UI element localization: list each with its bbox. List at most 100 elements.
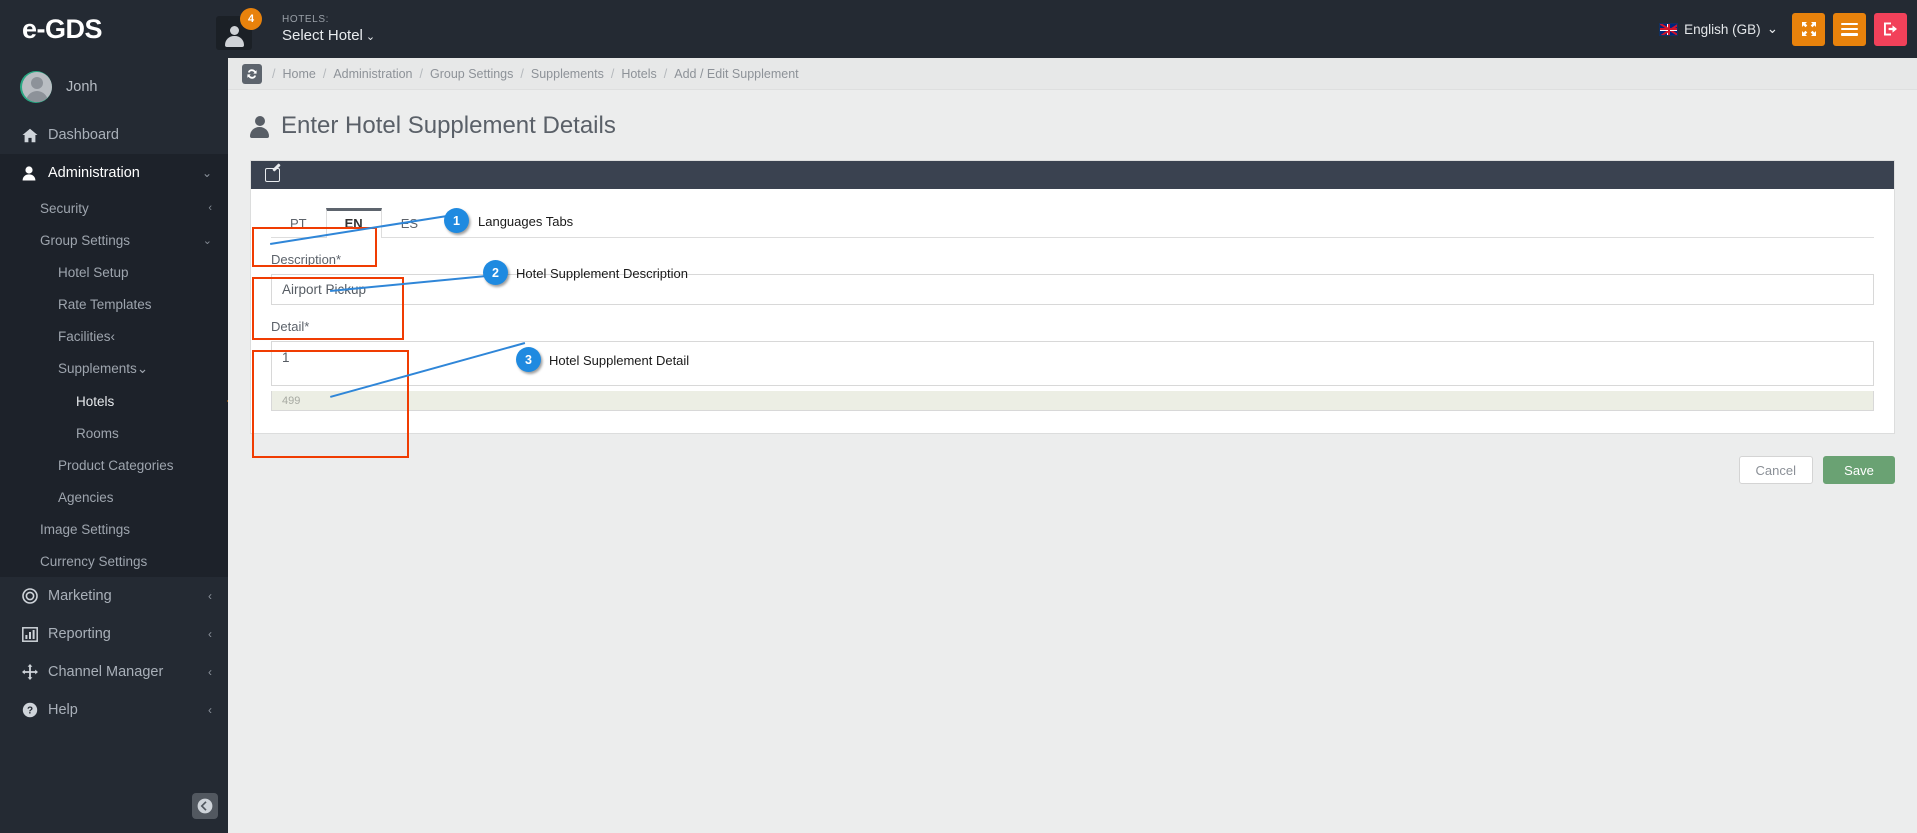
sidebar-profile[interactable]: Jonh (0, 58, 228, 116)
sidebar-item-currency-settings[interactable]: Currency Settings (0, 545, 228, 577)
brand-logo[interactable]: e-GDS (0, 0, 228, 58)
refresh-button[interactable] (242, 63, 262, 84)
hotel-selector-label: HOTELS: (282, 13, 329, 25)
chevron-down-icon: ⌄ (1766, 21, 1778, 36)
chart-icon (22, 626, 48, 642)
user-icon (250, 115, 269, 138)
chevron-left-icon: ‹ (208, 202, 212, 214)
breadcrumb-item-administration[interactable]: Administration (333, 67, 412, 81)
sidebar-user-name: Jonh (66, 79, 98, 95)
sidebar-item-label: Rooms (76, 425, 119, 441)
sidebar-item-security[interactable]: Security ‹ (0, 192, 228, 224)
sidebar-item-marketing[interactable]: Marketing ‹ (0, 577, 228, 615)
hotel-selector-text: Select Hotel (282, 27, 363, 45)
top-bar: e-GDS 4 HOTELS: Select Hotel ⌄ English (G… (0, 0, 1917, 58)
sidebar-item-image-settings[interactable]: Image Settings (0, 513, 228, 545)
language-selector[interactable]: English (GB) ⌄ (1659, 21, 1778, 37)
logout-icon (1884, 22, 1897, 36)
breadcrumb: / Home / Administration / Group Settings… (272, 67, 799, 81)
sidebar-item-label: Hotel Setup (58, 264, 129, 280)
sidebar-item-label: Reporting (48, 626, 111, 642)
tab-en[interactable]: EN (325, 208, 382, 238)
hotel-selector-value: Select Hotel ⌄ (282, 27, 375, 44)
description-input[interactable] (271, 274, 1874, 305)
sidebar-item-rooms[interactable]: Rooms (0, 417, 228, 449)
detail-field-group: Detail* 499 (271, 319, 1874, 411)
cancel-button[interactable]: Cancel (1738, 456, 1813, 484)
page-title-text: Enter Hotel Supplement Details (281, 112, 616, 139)
sidebar-item-rate-templates[interactable]: Rate Templates (0, 288, 228, 320)
description-label: Description* (271, 252, 342, 267)
main-content: / Home / Administration / Group Settings… (228, 58, 1917, 833)
breadcrumb-item-group-settings[interactable]: Group Settings (430, 67, 513, 81)
sidebar-item-label: Supplements (58, 361, 137, 376)
sidebar-item-hotels[interactable]: Hotels (0, 385, 228, 417)
sidebar-item-group-settings[interactable]: Group Settings ⌄ (0, 224, 228, 256)
hotel-selector[interactable]: HOTELS: Select Hotel ⌄ (282, 14, 375, 45)
body-wrapper: Jonh Dashboard Administration ⌄ Security (0, 58, 1917, 833)
uk-flag-icon (1659, 22, 1679, 36)
sidebar-item-reporting[interactable]: Reporting ‹ (0, 615, 228, 653)
sidebar-item-label: Image Settings (40, 521, 131, 537)
sidebar-collapse-button[interactable] (192, 793, 218, 819)
language-tabs: PT EN ES (271, 207, 1874, 238)
sidebar-item-hotel-setup[interactable]: Hotel Setup (0, 256, 228, 288)
user-account-button[interactable]: 4 (210, 6, 262, 52)
sidebar: Jonh Dashboard Administration ⌄ Security (0, 58, 228, 833)
form-actions: Cancel Save (228, 434, 1917, 484)
detail-textarea[interactable] (271, 341, 1874, 386)
breadcrumb-item-home[interactable]: Home (282, 67, 315, 81)
menu-toggle-button[interactable] (1833, 12, 1866, 46)
sidebar-item-help[interactable]: ? Help ‹ (0, 691, 228, 729)
sidebar-item-label: Channel Manager (48, 664, 164, 680)
breadcrumb-item-supplements[interactable]: Supplements (531, 67, 604, 81)
notification-badge[interactable]: 4 (240, 8, 262, 30)
supplement-form-panel: PT EN ES Description* Detail* 499 (250, 160, 1895, 434)
description-field-group: Description* (271, 252, 1874, 305)
detail-label: Detail* (271, 319, 310, 334)
home-icon (22, 128, 48, 143)
edit-icon (265, 168, 280, 182)
breadcrumb-separator: / (610, 66, 615, 81)
breadcrumb-separator: / (272, 66, 276, 81)
move-icon (22, 664, 48, 680)
sidebar-item-label: Group Settings (40, 232, 131, 248)
tab-pt[interactable]: PT (271, 208, 326, 238)
sidebar-item-label: Hotels (76, 393, 115, 409)
sidebar-item-label: Administration (48, 165, 140, 181)
breadcrumb-bar: / Home / Administration / Group Settings… (228, 58, 1917, 90)
arrow-left-circle-icon (197, 798, 213, 814)
save-button[interactable]: Save (1823, 456, 1895, 484)
breadcrumb-item-hotels[interactable]: Hotels (621, 67, 656, 81)
target-icon (22, 588, 48, 604)
breadcrumb-separator: / (419, 66, 423, 81)
chevron-down-icon: ⌄ (201, 166, 212, 180)
sidebar-item-label: Facilities (58, 328, 111, 344)
svg-text:?: ? (27, 706, 33, 717)
sidebar-item-product-categories[interactable]: Product Categories (0, 449, 228, 481)
sidebar-item-label: Product Categories (58, 457, 174, 473)
sidebar-item-label: Dashboard (48, 127, 119, 143)
chevron-left-icon: ‹ (208, 627, 212, 641)
tab-es[interactable]: ES (382, 208, 437, 238)
sidebar-item-label: Currency Settings (40, 553, 148, 569)
sidebar-item-label: Marketing (48, 588, 112, 604)
sidebar-item-supplements[interactable]: Supplements ⌄ (0, 352, 228, 385)
sidebar-item-agencies[interactable]: Agencies (0, 481, 228, 513)
sidebar-submenu-administration: Security ‹ Group Settings ⌄ Hotel Setup … (0, 192, 228, 577)
chevron-left-icon: ‹ (208, 665, 212, 679)
chevron-down-icon: ⌄ (365, 31, 376, 44)
breadcrumb-separator: / (322, 66, 327, 81)
sidebar-item-administration[interactable]: Administration ⌄ (0, 154, 228, 192)
breadcrumb-separator: / (663, 66, 668, 81)
logout-button[interactable] (1874, 12, 1907, 46)
sidebar-item-channel-manager[interactable]: Channel Manager ‹ (0, 653, 228, 691)
sidebar-item-facilities[interactable]: Facilities ‹ (0, 320, 228, 352)
fullscreen-button[interactable] (1792, 12, 1825, 46)
application-root: e-GDS 4 HOTELS: Select Hotel ⌄ English (G… (0, 0, 1917, 833)
expand-arrows-icon (1801, 22, 1816, 36)
chevron-left-icon: ‹ (208, 703, 212, 717)
question-icon: ? (22, 702, 48, 718)
sidebar-item-dashboard[interactable]: Dashboard (0, 116, 228, 154)
avatar (22, 72, 52, 102)
